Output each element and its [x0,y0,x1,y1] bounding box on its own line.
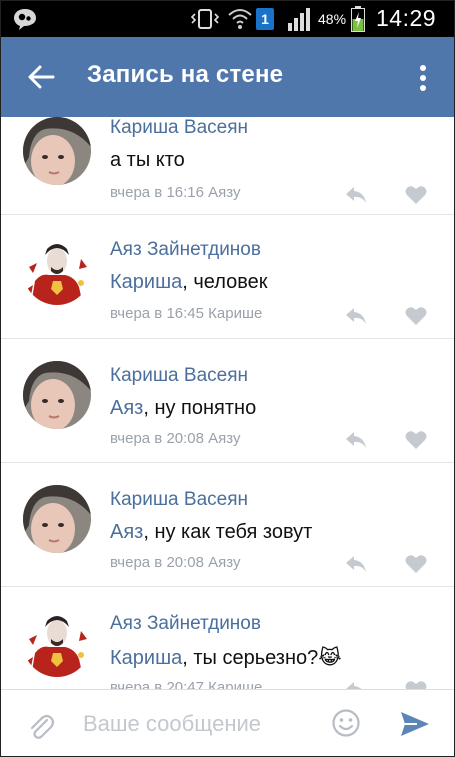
avatar[interactable] [23,237,91,305]
reply-mention[interactable]: Аяз [110,521,143,543]
comment-item: Аяз Зайнетдинов Кариша, ты серьезно?😹 вч… [1,587,454,689]
comment-meta: вчера в 20:08 Аязу [110,554,241,571]
ironman-art [23,609,91,677]
reply-icon[interactable] [343,679,369,689]
comment-meta: вчера в 20:08 Аязу [110,430,241,447]
girl-photo [23,361,91,429]
reply-mention[interactable]: Кариша [110,647,182,669]
comment-body: , ты серьезно? [182,647,319,669]
app-bar: Запись на стене [1,37,454,117]
battery-icon [351,6,365,32]
comment-date: вчера в 20:08 [110,554,204,571]
battery-percent: 48% [318,11,347,27]
reply-icon[interactable] [343,553,369,575]
heart-icon[interactable] [404,184,428,206]
vibrate-icon [190,9,220,29]
reply-mention[interactable]: Аяз [110,397,143,419]
comment-text: а ты кто [110,149,185,172]
comment-date: вчера в 20:47 [110,679,204,689]
app-notification-icon [14,9,36,30]
comments-list[interactable]: Кариша Васеян а ты кто вчера в 16:16 Аяз… [1,117,454,689]
comment-item: Кариша Васеян Аяз, ну как тебя зовут вче… [1,463,454,587]
comment-author[interactable]: Кариша Васеян [110,365,248,387]
emoji-icon[interactable] [331,708,361,738]
phone-screen: 1 48% 14:29 Запись на стене Кариша Васея… [0,0,455,757]
avatar[interactable] [23,485,91,553]
clock: 14:29 [376,5,437,31]
comment-text: Кариша, ты серьезно?😹 [110,645,342,670]
more-vert-icon[interactable] [411,61,435,95]
comment-reply-target[interactable]: Аязу [208,430,240,447]
reply-icon[interactable] [343,429,369,451]
comment-reply-target[interactable]: Карише [208,305,262,322]
ironman-art [23,237,91,305]
comment-body: , человек [182,271,268,293]
message-input-bar [1,689,454,756]
page-title: Запись на стене [87,61,284,88]
reply-mention[interactable]: Кариша [110,271,182,293]
send-icon[interactable] [399,710,431,738]
reply-icon[interactable] [343,305,369,327]
emoji: 😹 [318,647,342,669]
comment-body: , ну понятно [143,397,257,419]
comment-date: вчера в 16:16 [110,184,204,201]
reply-icon[interactable] [343,184,369,206]
comment-text: Кариша, человек [110,271,268,294]
girl-photo [23,485,91,553]
back-arrow-icon[interactable] [23,59,59,95]
comment-author[interactable]: Аяз Зайнетдинов [110,613,261,635]
attach-icon[interactable] [27,710,55,740]
comment-reply-target[interactable]: Аязу [208,184,240,201]
girl-photo [23,117,91,185]
comment-item: Кариша Васеян Аяз, ну понятно вчера в 20… [1,339,454,463]
comment-author[interactable]: Аяз Зайнетдинов [110,239,261,261]
comment-text: Аяз, ну понятно [110,397,256,420]
heart-icon[interactable] [404,553,428,575]
avatar[interactable] [23,117,91,185]
comment-item: Аяз Зайнетдинов Кариша, человек вчера в … [1,215,454,339]
comment-item: Кариша Васеян а ты кто вчера в 16:16 Аяз… [1,117,454,215]
comment-date: вчера в 20:08 [110,430,204,447]
wifi-icon [228,9,252,29]
comment-body: а ты кто [110,149,185,171]
comment-meta: вчера в 16:16 Аязу [110,184,241,201]
heart-icon[interactable] [404,305,428,327]
comment-reply-target[interactable]: Аязу [208,554,240,571]
comment-date: вчера в 16:45 [110,305,204,322]
comment-reply-target[interactable]: Карише [208,679,262,689]
heart-icon[interactable] [404,679,428,689]
comment-author[interactable]: Кариша Васеян [110,117,248,139]
comment-meta: вчера в 20:47 Карише [110,679,262,689]
comment-text: Аяз, ну как тебя зовут [110,521,312,544]
message-input[interactable] [81,704,315,744]
sim-indicator: 1 [256,8,274,30]
comment-body: , ну как тебя зовут [143,521,313,543]
avatar[interactable] [23,609,91,677]
comment-author[interactable]: Кариша Васеян [110,489,248,511]
avatar[interactable] [23,361,91,429]
signal-icon [288,8,310,31]
status-bar: 1 48% 14:29 [1,1,454,37]
comment-meta: вчера в 16:45 Карише [110,305,262,322]
heart-icon[interactable] [404,429,428,451]
